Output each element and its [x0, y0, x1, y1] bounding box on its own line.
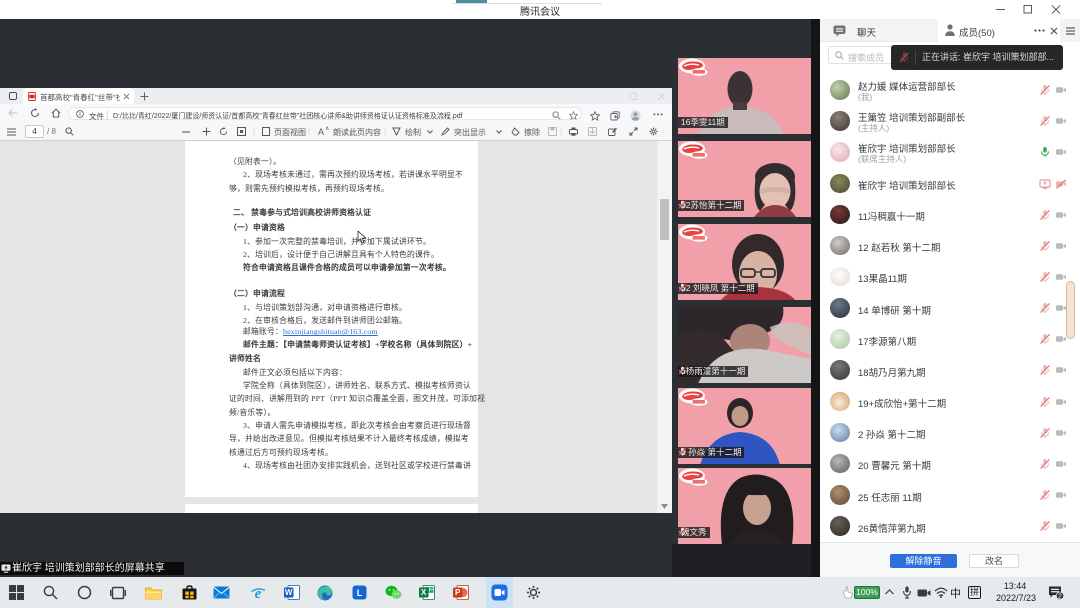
svg-text:e: e — [254, 586, 261, 601]
svg-text:2: 2 — [1058, 593, 1062, 600]
svg-text:X: X — [421, 588, 427, 597]
svg-text:L: L — [356, 588, 362, 598]
svg-text:P: P — [455, 588, 461, 597]
svg-text:W: W — [284, 588, 292, 597]
